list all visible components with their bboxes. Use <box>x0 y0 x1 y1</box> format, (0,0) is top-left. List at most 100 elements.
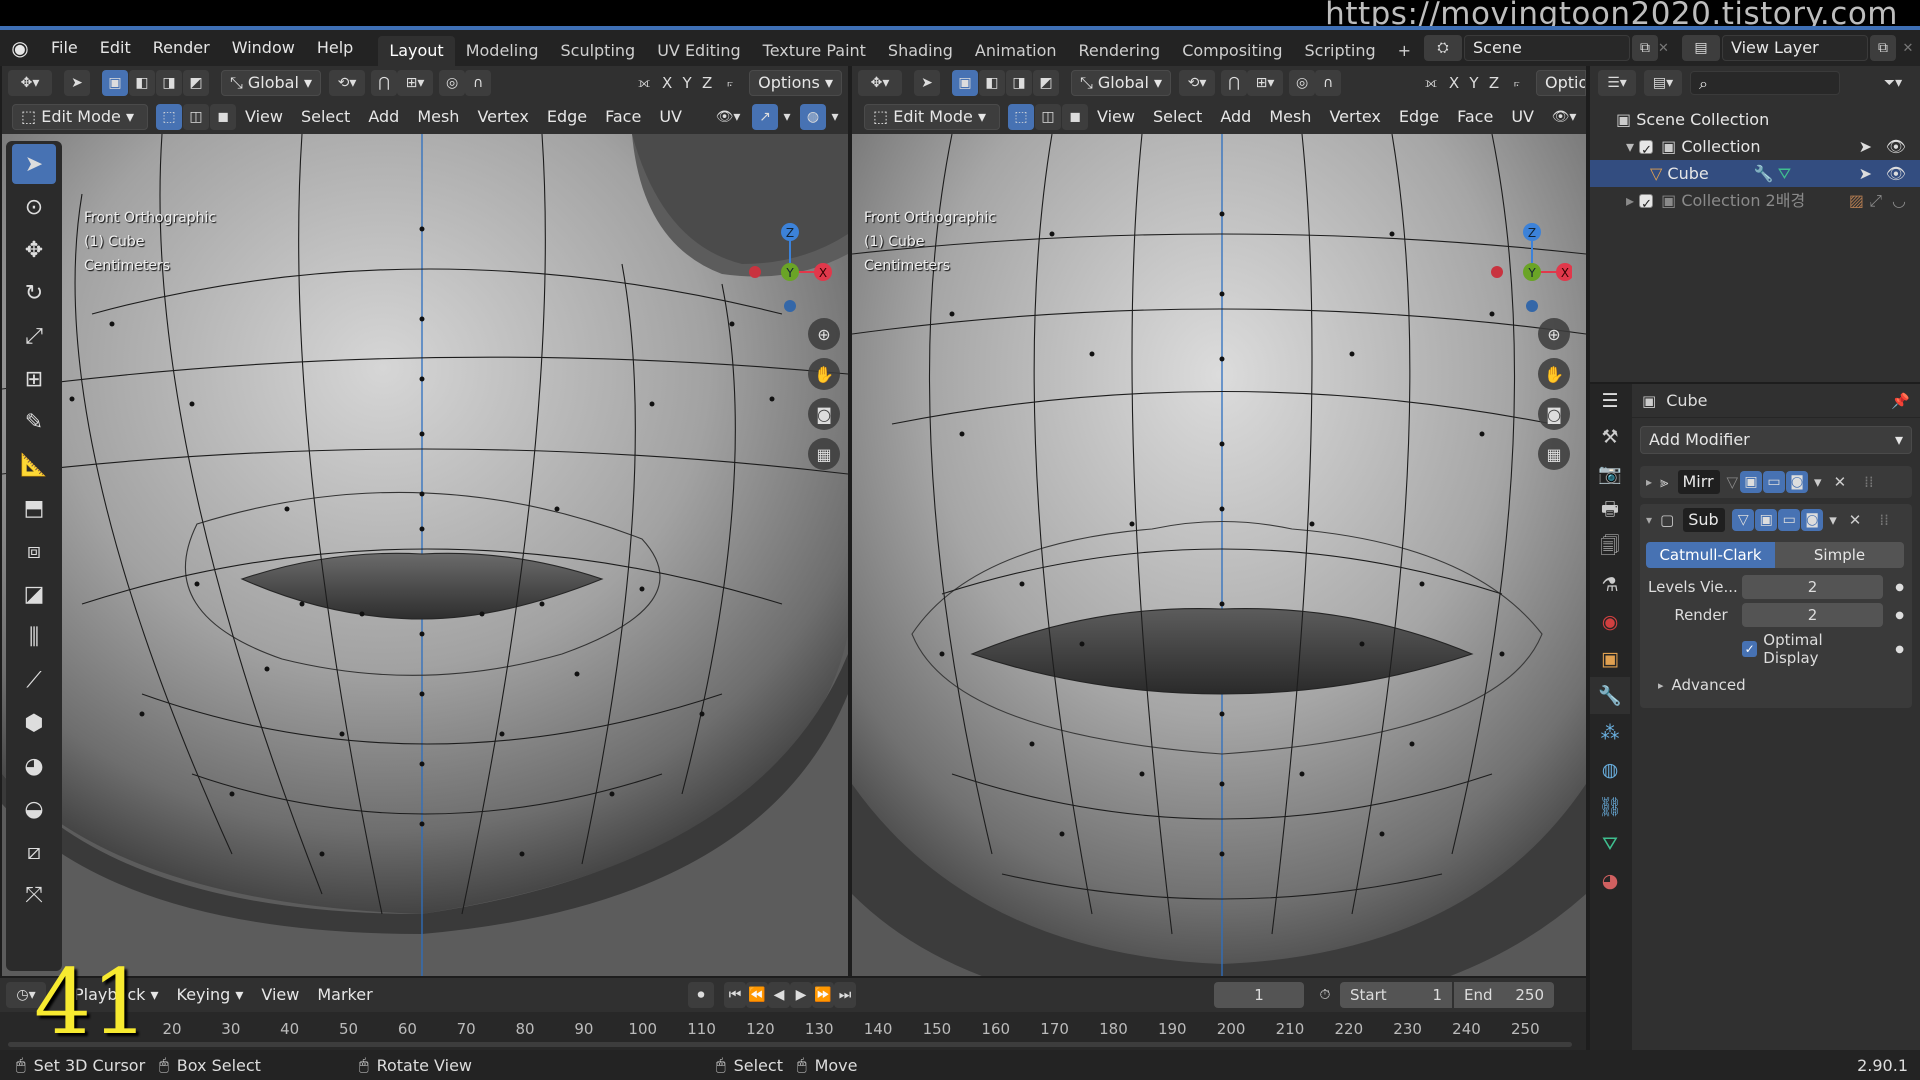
scene-close-icon[interactable]: ✕ <box>1658 41 1669 56</box>
mode-dropdown-right[interactable]: ⬚ Edit Mode ▾ <box>864 104 1000 130</box>
properties-editor-type-icon[interactable]: ☰ <box>1590 384 1630 418</box>
levels-viewport-field[interactable]: 2 <box>1741 575 1884 599</box>
timeline-view-menu[interactable]: View <box>252 978 308 1012</box>
menu-help[interactable]: Help <box>306 30 364 66</box>
select-mode-invert-icon[interactable]: ◩ <box>183 70 209 96</box>
tab-modeling[interactable]: Modeling <box>455 36 550 66</box>
tab-texture-paint[interactable]: Texture Paint <box>752 36 877 66</box>
camera-view-icon-right[interactable]: ◙ <box>1538 398 1570 430</box>
menu-mesh[interactable]: Mesh <box>408 100 468 134</box>
mirror-y-toggle-right[interactable]: Y <box>1464 74 1484 92</box>
edge-select-icon-right[interactable]: ◫ <box>1035 104 1061 130</box>
add-workspace-button[interactable]: + <box>1387 36 1422 66</box>
visibility-eye-icon[interactable]: 👁 <box>1886 133 1906 160</box>
vertex-select-icon[interactable]: ⬚ <box>156 104 182 130</box>
overlay-dropdown-icon[interactable]: ▾ <box>826 104 844 130</box>
outliner-editor-type-icon[interactable]: ☰▾ <box>1598 70 1636 96</box>
sub-remove-modifier-icon[interactable]: ✕ <box>1849 511 1862 529</box>
menu-select[interactable]: Select <box>292 100 359 134</box>
tab-rendering[interactable]: Rendering <box>1068 36 1172 66</box>
view-layer-selector-icon[interactable]: ▤ <box>1682 35 1720 61</box>
render-toggle-icon[interactable]: ◙ <box>1786 471 1809 493</box>
render-tab-icon[interactable]: 📷 <box>1590 455 1630 492</box>
cube-visibility-icon[interactable]: 👁 <box>1886 160 1906 187</box>
levels-keyframe-dot-icon[interactable]: ● <box>1895 582 1904 593</box>
tab-layout[interactable]: Layout <box>378 36 455 66</box>
simple-button[interactable]: Simple <box>1775 542 1904 568</box>
menu-file[interactable]: File <box>40 30 89 66</box>
mirror-x-toggle-right[interactable]: X <box>1444 74 1464 92</box>
poly-build-tool-icon[interactable]: ⬢ <box>12 703 56 743</box>
cursor-tool-icon[interactable]: ⊙ <box>12 187 56 227</box>
transform-orientation-dropdown[interactable]: ⤡ Global ▾ <box>221 70 322 96</box>
view-layer-field[interactable]: View Layer <box>1722 35 1868 61</box>
tool-tab-icon[interactable]: ⚒ <box>1590 418 1630 455</box>
pivot-point-icon[interactable]: ⟲▾ <box>329 70 366 96</box>
options-dropdown-right[interactable]: Optio <box>1536 70 1586 96</box>
modifier-wrench-icon[interactable]: 🔧 <box>1754 164 1774 183</box>
optimal-keyframe-dot-icon[interactable]: ● <box>1895 644 1904 655</box>
advanced-subpanel-header[interactable]: ▸ Advanced <box>1658 672 1904 698</box>
topology-mirror-icon[interactable]: ⟔ <box>717 70 743 96</box>
menu-uv[interactable]: UV <box>650 100 691 134</box>
gizmo-dropdown-icon[interactable]: ▾ <box>778 104 796 130</box>
select-tool-icon-right[interactable]: ➤ <box>914 70 940 96</box>
new-scene-icon[interactable]: ⧉ <box>1632 35 1658 61</box>
collection-row[interactable]: ▾ ▣ Collection ➤ 👁 <box>1616 133 1920 164</box>
optimal-display-checkbox[interactable]: ✓ <box>1742 641 1758 657</box>
mesh-data-icon[interactable]: ⛛ <box>1778 164 1791 183</box>
mirror-z-toggle-right[interactable]: Z <box>1484 74 1504 92</box>
jump-end-icon[interactable]: ⏭ <box>834 982 856 1008</box>
menu-uv-right[interactable]: UV <box>1502 100 1543 134</box>
gizmo-toggle-icon[interactable]: ↗ <box>752 104 778 130</box>
mirror-axis-icon[interactable]: ⟗ <box>631 70 657 96</box>
gizmo-neg-x-axis-right[interactable] <box>1491 266 1503 278</box>
tab-shading[interactable]: Shading <box>877 36 964 66</box>
bevel-tool-icon[interactable]: ◪ <box>12 574 56 614</box>
modifier-tab-icon[interactable]: 🔧 <box>1590 677 1630 714</box>
scene-name-field[interactable]: Scene <box>1464 35 1630 61</box>
gizmo-neg-z-axis-right[interactable] <box>1526 300 1538 312</box>
measure-tool-icon[interactable]: 📐 <box>12 445 56 485</box>
spin-tool-icon[interactable]: ◕ <box>12 746 56 786</box>
add-modifier-dropdown[interactable]: Add Modifier ▾ <box>1640 426 1912 454</box>
render-keyframe-dot-icon[interactable]: ● <box>1895 610 1904 621</box>
vertex-select-icon-right[interactable]: ⬚ <box>1008 104 1034 130</box>
face-select-icon[interactable]: ◼ <box>210 104 236 130</box>
next-keyframe-icon[interactable]: ⏩ <box>812 982 834 1008</box>
catmull-clark-button[interactable]: Catmull-Clark <box>1646 542 1775 568</box>
snap-target-icon-right[interactable]: ⊞▾ <box>1247 70 1284 96</box>
collapse-arrow-icon[interactable]: ▸ <box>1626 191 1639 210</box>
timeline-scrollbar[interactable] <box>8 1042 1572 1047</box>
viewport-left-canvas[interactable]: Front Orthographic (1) Cube Centimeters … <box>2 134 848 976</box>
blender-logo-icon[interactable]: ◉ <box>0 36 40 60</box>
annotate-tool-icon[interactable]: ✎ <box>12 402 56 442</box>
snap-icon[interactable]: ⋂ <box>371 70 398 96</box>
select-mode-new-icon-right[interactable]: ▣ <box>952 70 978 96</box>
end-frame-field[interactable]: End 250 <box>1454 982 1554 1008</box>
mirror-z-toggle[interactable]: Z <box>697 74 717 92</box>
constraints-tab-icon[interactable]: ⛓ <box>1590 788 1630 825</box>
collection-checkbox[interactable] <box>1639 137 1654 164</box>
mirror-y-toggle[interactable]: Y <box>677 74 697 92</box>
menu-add-right[interactable]: Add <box>1211 100 1260 134</box>
tab-sculpting[interactable]: Sculpting <box>549 36 646 66</box>
topology-mirror-icon-right[interactable]: ⟔ <box>1504 70 1530 96</box>
scene-selector-icon[interactable]: ⛭ <box>1424 35 1462 61</box>
snap-icon-right[interactable]: ⋂ <box>1221 70 1248 96</box>
tab-scripting[interactable]: Scripting <box>1294 36 1387 66</box>
extrude-tool-icon[interactable]: ⬒ <box>12 488 56 528</box>
camera-view-icon[interactable]: ◙ <box>808 398 840 430</box>
transform-tool-icon[interactable]: ⊞ <box>12 359 56 399</box>
play-icon[interactable]: ▶ <box>790 982 812 1008</box>
advanced-expand-icon[interactable]: ▸ <box>1658 679 1664 692</box>
gizmo-neg-z-axis[interactable] <box>784 300 796 312</box>
face-select-icon-right[interactable]: ◼ <box>1062 104 1088 130</box>
outliner-search-input[interactable]: ⌕ <box>1690 71 1840 95</box>
viewport-toggle-icon[interactable]: ▭ <box>1763 471 1786 493</box>
select-mode-subtract-icon[interactable]: ◨ <box>156 70 182 96</box>
menu-add[interactable]: Add <box>359 100 408 134</box>
mirror-name-field[interactable]: Mirr <box>1676 469 1721 495</box>
menu-mesh-right[interactable]: Mesh <box>1260 100 1320 134</box>
proportional-editing-icon[interactable]: ◎ <box>439 70 466 96</box>
